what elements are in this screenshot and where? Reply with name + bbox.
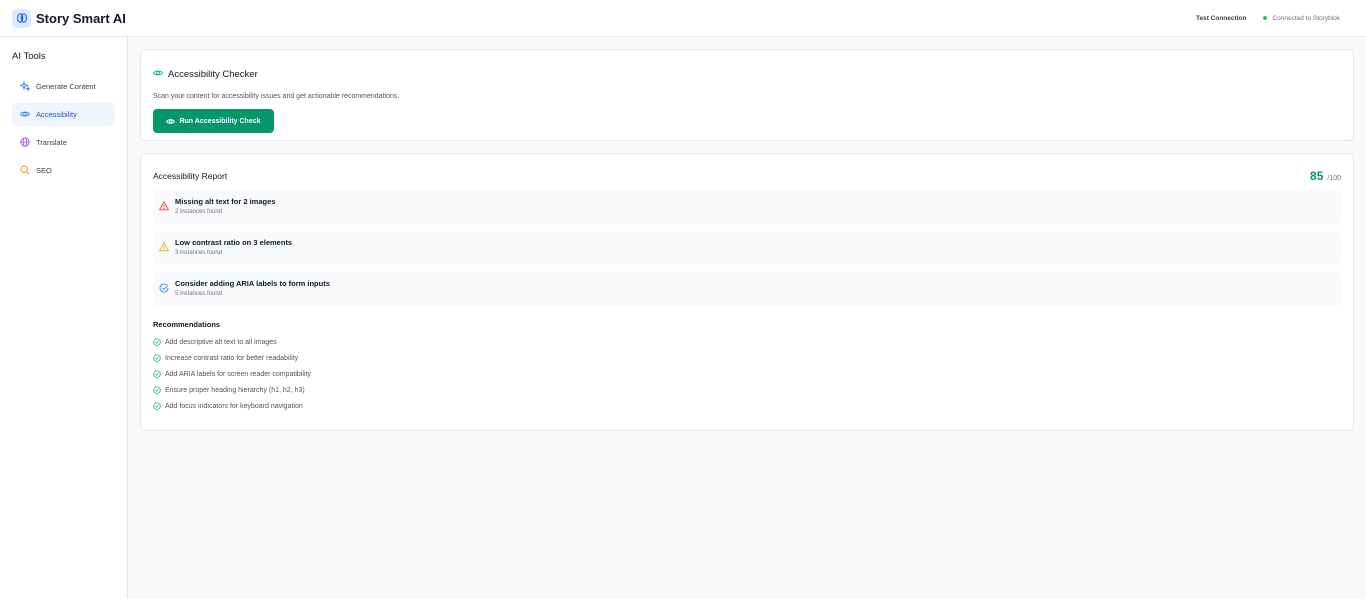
accessibility-checker-card: Accessibility Checker Scan your content …: [140, 49, 1354, 141]
issue-item: Consider adding ARIA labels to form inpu…: [153, 272, 1341, 306]
recommendation-item: Add focus indicators for keyboard naviga…: [153, 398, 1341, 414]
recommendation-text: Ensure proper heading hierarchy (h1, h2,…: [165, 386, 305, 394]
sidebar-item-label: Accessibility: [36, 109, 77, 119]
sidebar-item-accessibility[interactable]: Accessibility: [12, 102, 115, 126]
recommendation-item: Increase contrast ratio for better reada…: [153, 350, 1341, 366]
brain-icon: [12, 8, 31, 28]
score-value: 85: [1310, 169, 1324, 183]
run-button-label: Run Accessibility Check: [179, 117, 261, 125]
accessibility-report-card: Accessibility Report 85 /100 Missing alt…: [140, 153, 1354, 431]
recommendation-text: Add descriptive alt text to all images: [165, 338, 277, 346]
app-title: Story Smart AI: [36, 10, 126, 26]
eye-icon: [20, 109, 30, 119]
sidebar-item-label: Generate Content: [36, 81, 96, 91]
issue-title: Missing alt text for 2 images: [175, 197, 276, 206]
eye-icon: [153, 65, 163, 83]
issue-count: 3 instances found: [175, 250, 223, 256]
sidebar-title: AI Tools: [12, 51, 46, 62]
issue-title: Low contrast ratio on 3 elements: [175, 238, 293, 247]
sidebar: AI Tools Generate Content Accessibility: [0, 37, 128, 599]
check-circle-icon: [159, 279, 170, 299]
check-circle-icon: [153, 354, 161, 362]
alert-triangle-icon: [158, 238, 170, 258]
issue-count: 5 instances found: [175, 291, 223, 297]
connection-status: Connected to Storyblok: [1272, 14, 1340, 22]
sidebar-item-label: SEO: [36, 165, 52, 175]
globe-icon: [20, 137, 30, 147]
check-circle-icon: [153, 370, 161, 378]
recommendation-text: Add ARIA labels for screen reader compat…: [165, 370, 311, 378]
main-content: Accessibility Checker Scan your content …: [140, 49, 1354, 431]
issue-item: Low contrast ratio on 3 elements 3 insta…: [153, 231, 1341, 265]
score-display: 85 /100: [1310, 169, 1341, 183]
issue-item: Missing alt text for 2 images 2 instance…: [153, 190, 1341, 224]
check-circle-icon: [153, 386, 161, 394]
recommendation-item: Add ARIA labels for screen reader compat…: [153, 366, 1341, 382]
eye-icon: [166, 118, 176, 124]
report-title: Accessibility Report: [153, 171, 228, 181]
search-icon: [20, 165, 30, 175]
checker-title: Accessibility Checker: [168, 68, 258, 80]
top-header: Story Smart AI Test Connection Connected…: [0, 0, 1366, 37]
sidebar-item-label: Translate: [36, 137, 67, 147]
check-circle-icon: [153, 402, 161, 410]
recommendation-item: Ensure proper heading hierarchy (h1, h2,…: [153, 382, 1341, 398]
sparkles-icon: [20, 81, 30, 91]
sidebar-item-seo[interactable]: SEO: [12, 158, 115, 182]
issue-title: Consider adding ARIA labels to form inpu…: [175, 279, 330, 288]
recommendation-text: Increase contrast ratio for better reada…: [165, 354, 299, 362]
alert-triangle-icon: [158, 197, 170, 217]
run-accessibility-check-button[interactable]: Run Accessibility Check: [153, 109, 274, 133]
sidebar-item-translate[interactable]: Translate: [12, 130, 115, 154]
test-connection-button[interactable]: Test Connection: [1196, 15, 1246, 22]
checker-description: Scan your content for accessibility issu…: [153, 93, 400, 100]
issue-count: 2 instances found: [175, 209, 223, 215]
recommendations-title: Recommendations: [153, 320, 221, 329]
sidebar-item-generate-content[interactable]: Generate Content: [12, 74, 115, 98]
recommendation-text: Add focus indicators for keyboard naviga…: [165, 402, 303, 410]
status-dot-icon: [1263, 16, 1268, 20]
recommendation-item: Add descriptive alt text to all images: [153, 334, 1341, 350]
score-max: /100: [1327, 175, 1341, 182]
check-circle-icon: [153, 338, 161, 346]
